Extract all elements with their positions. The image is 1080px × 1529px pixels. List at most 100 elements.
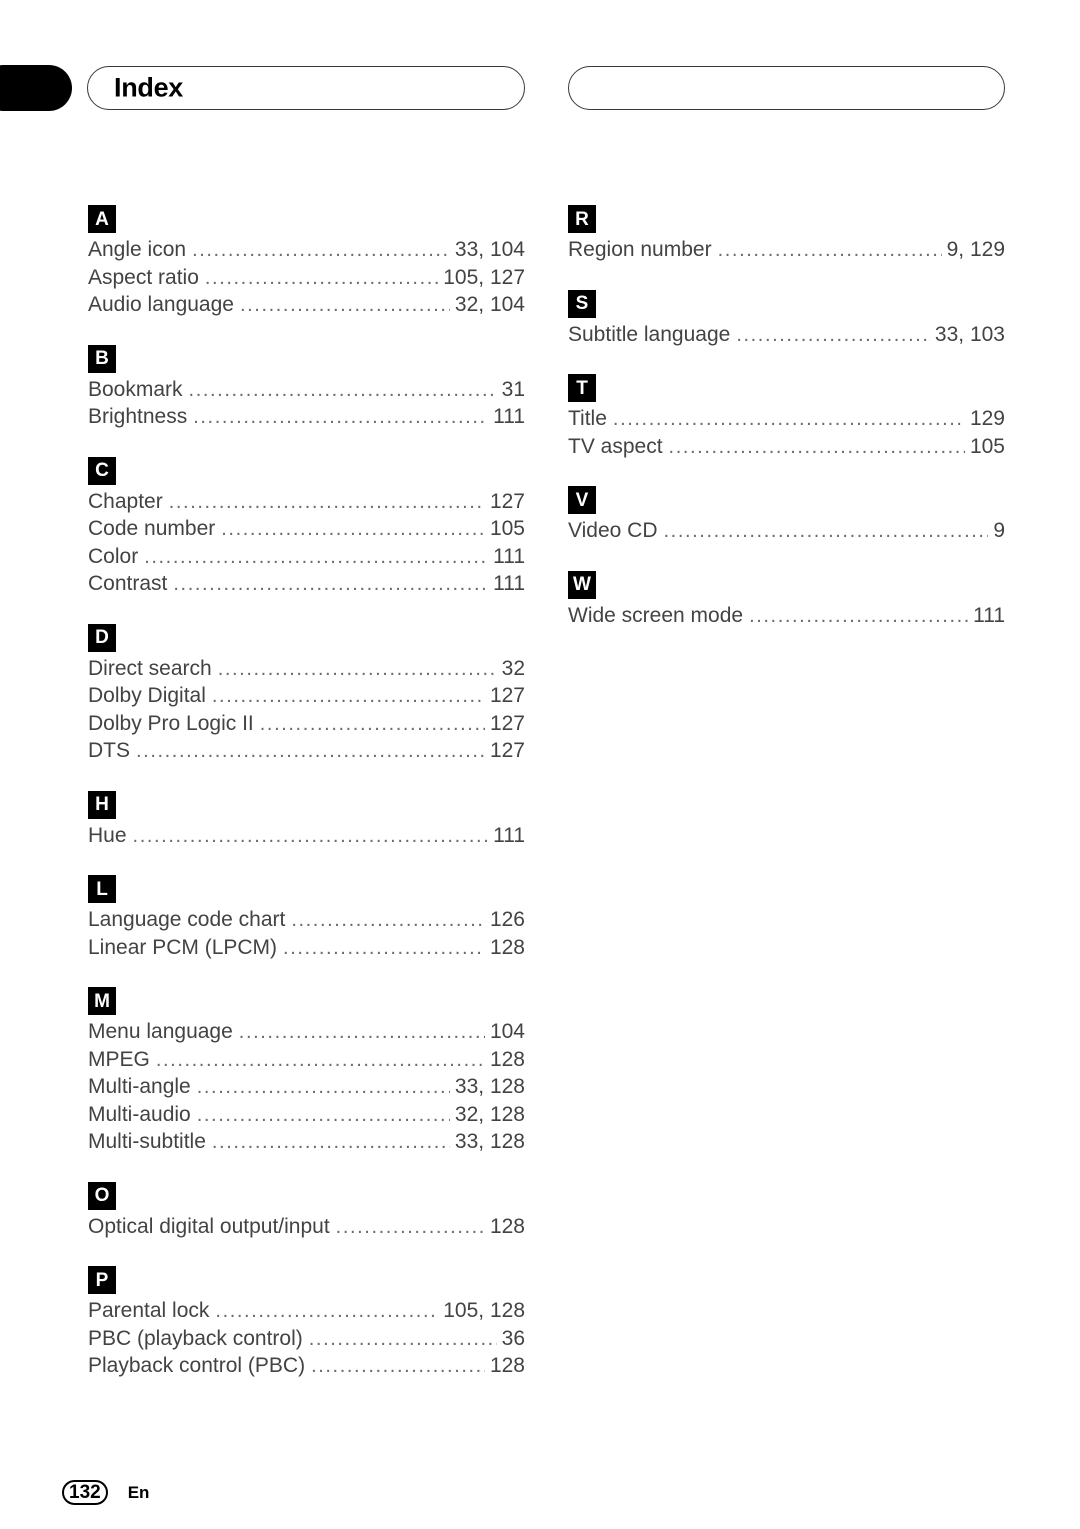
index-entry-pages: 104 <box>489 1020 525 1043</box>
index-entry-term: Dolby Pro Logic II <box>88 711 254 735</box>
index-entry-pages: 128 <box>489 1214 525 1238</box>
index-entry-term: Menu language <box>88 1020 233 1043</box>
index-entry-list: Chapter127Code number105Color 111Contrast… <box>88 488 525 598</box>
index-entry-leader-dots <box>156 1050 485 1070</box>
index-entry-pages: 129 <box>969 407 1005 430</box>
index-entry-term: DTS <box>88 739 130 762</box>
index-entry[interactable]: Dolby Pro Logic II 127 <box>88 710 525 738</box>
index-section-w: W Wide screen mode 111 <box>568 570 1005 630</box>
page-title: Index <box>114 72 184 103</box>
letter-badge-o: O <box>88 1181 116 1210</box>
letter-badge-l: L <box>88 875 116 903</box>
index-page: Index A Angle icon 33, 104 Aspect ratio 105,… <box>0 0 1080 1529</box>
index-entry[interactable]: Aspect ratio 105, 127 <box>88 264 525 292</box>
index-entry-term: Multi-audio <box>88 1102 191 1126</box>
index-entry-term: Chapter <box>88 489 163 513</box>
index-entry-list: Bookmark 31 Brightness 111 <box>88 376 525 431</box>
page-footer: 132 En <box>62 1480 149 1505</box>
index-entry-pages: 128 <box>489 1047 525 1071</box>
index-entry-term: Aspect ratio <box>88 265 199 289</box>
index-entry-pages: 9 <box>993 519 1005 542</box>
index-entry-leader-dots <box>736 325 930 345</box>
index-entry[interactable]: Color 111 <box>88 543 525 571</box>
index-entry-pages: 126 <box>489 908 525 931</box>
index-entry[interactable]: Optical digital output/input 128 <box>88 1213 525 1241</box>
index-entry-term: Hue <box>88 823 127 847</box>
index-entry-pages: 111 <box>493 544 525 568</box>
index-entry-term: Video CD <box>568 519 658 542</box>
index-entry-term: Brightness <box>88 405 188 428</box>
index-entry-pages: 105, 127 <box>443 265 525 289</box>
index-entry-term: Subtitle language <box>568 322 731 346</box>
index-entry[interactable]: Multi-subtitle 33, 128 <box>88 1128 525 1156</box>
index-entry-term: Angle icon <box>88 238 187 261</box>
index-entry-leader-dots <box>205 268 438 288</box>
index-entry[interactable]: Dolby Digital 127 <box>88 682 525 710</box>
index-entry-leader-dots <box>212 1132 450 1152</box>
index-entry[interactable]: Multi-audio 32, 128 <box>88 1101 525 1129</box>
index-entry[interactable]: PBC (playback control) 36 <box>88 1325 525 1353</box>
index-entry[interactable]: Direct search 32 <box>88 655 525 683</box>
letter-badge-r: R <box>568 205 596 233</box>
letter-badge-s: S <box>568 289 596 318</box>
letter-badge-v: V <box>568 486 596 514</box>
index-entry-leader-dots <box>218 659 497 679</box>
index-entry-term: Bookmark <box>88 377 183 401</box>
index-entry[interactable]: Contrast 111 <box>88 570 525 598</box>
index-entry[interactable]: DTS 127 <box>88 737 525 765</box>
index-section-p: P Parental lock 105, 128 PBC (playback cont… <box>88 1266 525 1380</box>
letter-badge-m: M <box>88 987 116 1015</box>
index-entry-leader-dots <box>749 606 968 626</box>
index-entry[interactable]: Hue 111 <box>88 822 525 850</box>
index-entry[interactable]: TV aspect 105 <box>568 433 1005 461</box>
index-entry-list: Title 129 TV aspect 105 <box>568 405 1005 460</box>
index-entry[interactable]: Video CD 9 <box>568 517 1005 545</box>
index-entry-list: Optical digital output/input 128 <box>88 1213 525 1241</box>
index-entry[interactable]: Region number 9, 129 <box>568 236 1005 264</box>
index-entry-pages: 33, 128 <box>454 1130 525 1153</box>
index-entry-term: Color <box>88 544 139 568</box>
index-entry[interactable]: Code number 105 <box>88 515 525 543</box>
index-entry-term: Wide screen mode <box>568 603 744 627</box>
index-entry-term: Optical digital output/input <box>88 1214 330 1238</box>
index-entry[interactable]: Parental lock 105, 128 <box>88 1297 525 1325</box>
index-entry[interactable]: Bookmark 31 <box>88 376 525 404</box>
index-entry[interactable]: Angle icon 33, 104 <box>88 236 525 264</box>
index-entry-leader-dots <box>197 1077 450 1097</box>
index-entry[interactable]: Brightness 111 <box>88 403 525 431</box>
letter-badge-p: P <box>88 1266 116 1294</box>
index-entry[interactable]: Menu language 104 <box>88 1018 525 1046</box>
index-entry-leader-dots <box>189 380 497 400</box>
index-entry[interactable]: Multi-angle 33, 128 <box>88 1073 525 1101</box>
index-entry[interactable]: Title 129 <box>568 405 1005 433</box>
letter-badge-d: D <box>88 623 116 652</box>
index-entry-term: Audio language <box>88 293 234 316</box>
index-section-t: T Title 129 TV aspect 105 <box>568 374 1005 460</box>
index-entry[interactable]: Subtitle language 33, 103 <box>568 321 1005 349</box>
index-entry[interactable]: Language code chart 126 <box>88 906 525 934</box>
index-entry-pages: 127 <box>489 711 525 735</box>
index-entry-leader-dots <box>133 826 489 846</box>
index-entry-leader-dots <box>193 407 488 427</box>
index-section-h: H Hue 111 <box>88 790 525 850</box>
index-entry[interactable]: Linear PCM (LPCM) 128 <box>88 934 525 962</box>
index-entry-term: Linear PCM (LPCM) <box>88 935 278 959</box>
index-entry-list: Angle icon33, 104Aspect ratio105, 127Aud… <box>88 236 525 319</box>
index-entry-pages: 33, 103 <box>934 322 1005 346</box>
index-entry[interactable]: Audio language 32, 104 <box>88 291 525 319</box>
index-entry-list: Parental lock 105, 128 PBC (playback contr… <box>88 1297 525 1380</box>
letter-badge-h: H <box>88 790 116 819</box>
letter-badge-b: B <box>88 344 116 373</box>
index-entry-pages: 111 <box>973 603 1005 627</box>
index-entry-leader-dots <box>197 1105 450 1125</box>
index-section-b: B Bookmark 31 Brightness 111 <box>88 344 525 431</box>
index-entry-list: Subtitle language 33, 103 <box>568 321 1005 349</box>
index-entry-leader-dots <box>669 437 965 457</box>
index-entry-leader-dots <box>215 1301 438 1321</box>
index-entry[interactable]: Wide screen mode 111 <box>568 602 1005 630</box>
index-entry[interactable]: MPEG 128 <box>88 1046 525 1074</box>
letter-badge-a: A <box>88 205 116 233</box>
index-entry[interactable]: Playback control (PBC) 128 <box>88 1352 525 1380</box>
index-entry[interactable]: Chapter 127 <box>88 488 525 516</box>
index-entry-pages: 105 <box>969 434 1005 458</box>
